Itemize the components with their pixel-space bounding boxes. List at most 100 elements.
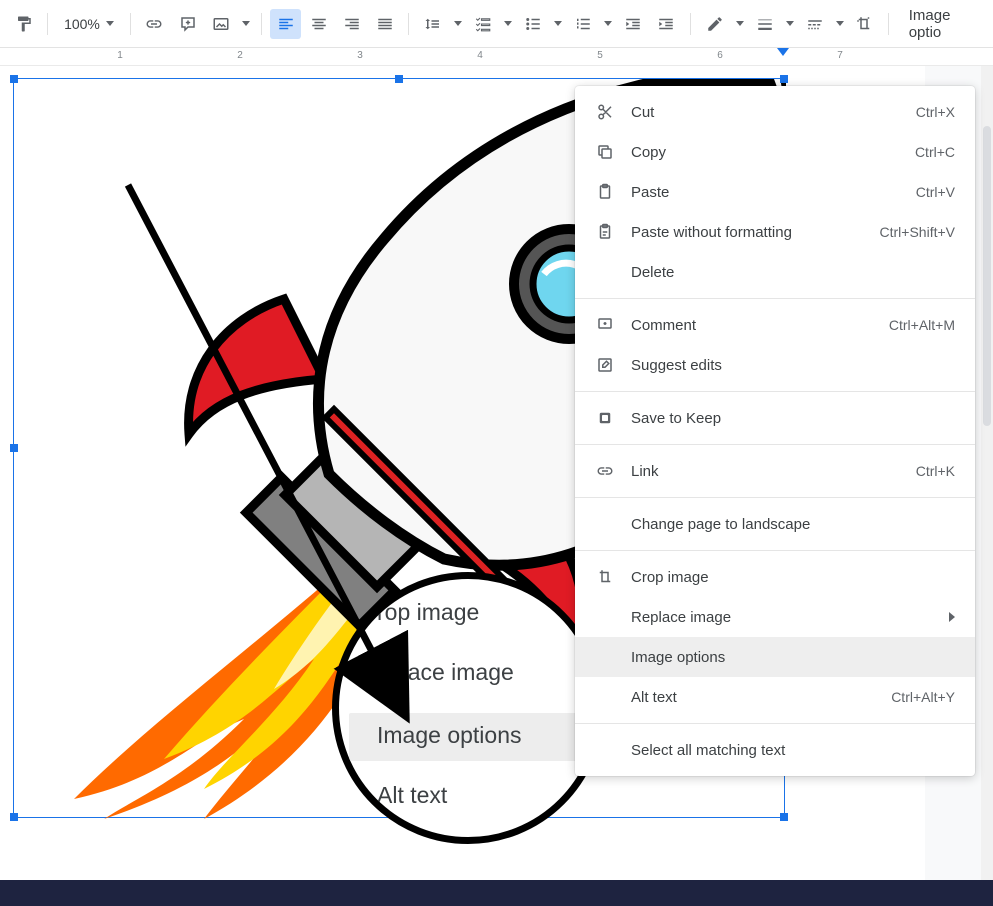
menu-label: Paste without formatting [631,224,880,241]
caret-down-icon [786,21,794,26]
menu-change-page-to-landscape[interactable]: Change page to landscape [575,504,975,544]
align-left-button[interactable] [270,9,301,39]
caret-down-icon [454,21,462,26]
zoom-value: 100% [64,16,100,32]
insert-link-icon[interactable] [139,9,170,39]
caret-down-icon [836,21,844,26]
border-dash-dropdown[interactable] [799,9,847,39]
image-options-toolbar-label[interactable]: Image optio [909,7,985,41]
cut-icon [593,103,617,121]
caret-down-icon [554,21,562,26]
suggest-edits-icon [593,356,617,374]
menu-shortcut: Ctrl+Shift+V [880,224,955,240]
bottom-strip [0,880,993,906]
menu-label: Comment [631,317,889,334]
numbered-list-dropdown[interactable] [567,9,615,39]
line-spacing-icon[interactable] [417,9,449,39]
ruler-mark: 4 [477,50,483,61]
menu-paste[interactable]: Paste Ctrl+V [575,172,975,212]
menu-label: Link [631,463,916,480]
ruler-mark: 6 [717,50,723,61]
menu-separator [575,298,975,299]
comment-icon [593,316,617,334]
menu-shortcut: Ctrl+X [916,104,955,120]
ruler-mark: 1 [117,50,123,61]
align-justify-button[interactable] [369,9,400,39]
menu-label: Suggest edits [631,357,955,374]
menu-label: Paste [631,184,916,201]
toolbar: 100% [0,0,993,48]
decrease-indent-icon[interactable] [617,9,648,39]
magnifier-annotation: rop image eplace image Image options Alt… [332,572,604,844]
menu-label: Change page to landscape [631,516,955,533]
line-spacing-dropdown[interactable] [417,9,465,39]
menu-label: Select all matching text [631,742,955,759]
border-weight-icon[interactable] [749,9,781,39]
menu-delete[interactable]: Delete [575,252,975,292]
numbered-list-icon[interactable] [567,9,599,39]
increase-indent-icon[interactable] [651,9,682,39]
checklist-icon[interactable] [467,9,499,39]
insert-image-icon[interactable] [205,9,237,39]
toolbar-separator [47,13,48,35]
menu-suggest-edits[interactable]: Suggest edits [575,345,975,385]
menu-replace-image[interactable]: Replace image [575,597,975,637]
toolbar-separator [690,13,691,35]
horizontal-ruler[interactable]: 1 2 3 4 5 6 7 [0,48,993,66]
checklist-dropdown[interactable] [467,9,515,39]
caret-down-icon [736,21,744,26]
crop-icon [593,568,617,586]
menu-separator [575,444,975,445]
menu-shortcut: Ctrl+V [916,184,955,200]
copy-icon [593,143,617,161]
insert-image-dropdown[interactable] [205,9,253,39]
vertical-scrollbar[interactable] [981,66,993,886]
menu-copy[interactable]: Copy Ctrl+C [575,132,975,172]
menu-image-options[interactable]: Image options [575,637,975,677]
toolbar-separator [261,13,262,35]
keep-icon [593,409,617,427]
border-weight-dropdown[interactable] [749,9,797,39]
menu-label: Crop image [631,569,955,586]
toolbar-separator [408,13,409,35]
zoom-select[interactable]: 100% [56,9,122,39]
menu-save-to-keep[interactable]: Save to Keep [575,398,975,438]
menu-link[interactable]: Link Ctrl+K [575,451,975,491]
menu-alt-text[interactable]: Alt text Ctrl+Alt+Y [575,677,975,717]
crop-image-icon[interactable] [849,9,880,39]
link-icon [593,462,617,480]
context-menu: Cut Ctrl+X Copy Ctrl+C Paste Ctrl+V Past… [575,86,975,776]
menu-cut[interactable]: Cut Ctrl+X [575,92,975,132]
border-color-dropdown[interactable] [699,9,747,39]
border-dash-icon[interactable] [799,9,831,39]
menu-separator [575,723,975,724]
menu-label: Replace image [631,609,949,626]
menu-crop-image[interactable]: Crop image [575,557,975,597]
caret-down-icon [106,21,114,26]
caret-down-icon [604,21,612,26]
add-comment-icon[interactable] [172,9,203,39]
bulleted-list-icon[interactable] [517,9,549,39]
caret-down-icon [242,21,250,26]
scrollbar-thumb[interactable] [983,126,991,426]
toolbar-separator [130,13,131,35]
border-color-icon[interactable] [699,9,731,39]
menu-comment[interactable]: Comment Ctrl+Alt+M [575,305,975,345]
menu-shortcut: Ctrl+K [916,463,955,479]
menu-label: Delete [631,264,955,281]
align-right-button[interactable] [336,9,367,39]
menu-label: Cut [631,104,916,121]
menu-select-all-matching-text[interactable]: Select all matching text [575,730,975,770]
bulleted-list-dropdown[interactable] [517,9,565,39]
magnifier-item-replace: eplace image [377,659,514,686]
menu-label: Copy [631,144,915,161]
menu-label: Image options [631,649,955,666]
right-indent-marker[interactable] [777,48,789,56]
ruler-mark: 7 [837,50,843,61]
menu-paste-without-formatting[interactable]: Paste without formatting Ctrl+Shift+V [575,212,975,252]
paint-format-icon[interactable] [8,9,39,39]
menu-separator [575,391,975,392]
toolbar-separator [888,13,889,35]
align-center-button[interactable] [303,9,334,39]
menu-separator [575,550,975,551]
